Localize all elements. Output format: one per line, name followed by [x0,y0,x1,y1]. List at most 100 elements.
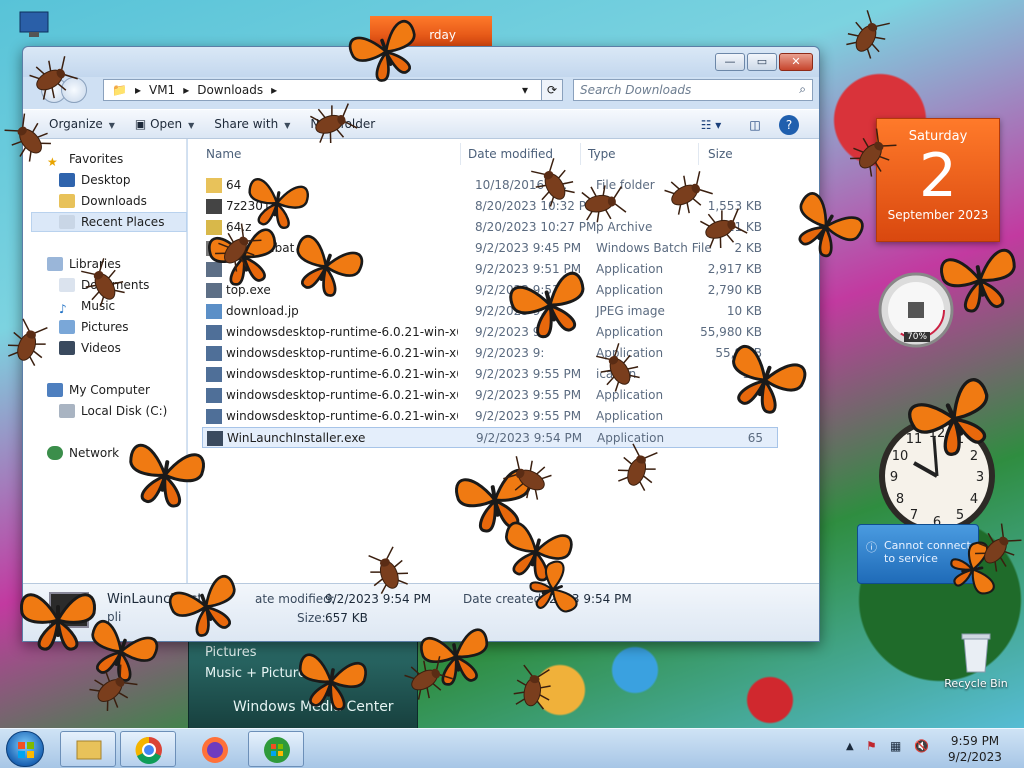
wmc-line2: Music + Pictures [205,666,313,681]
close-button[interactable]: ✕ [779,53,813,71]
computer-desktop-icon[interactable] [14,10,54,43]
weather-gadget[interactable]: ⓘ Cannot connect to service [857,524,979,584]
file-date: 10/18/2016 11: [475,178,568,192]
column-header-name[interactable]: Name [206,147,241,161]
desktop-icon [59,173,75,187]
column-header-date[interactable]: Date modified [468,147,553,161]
wmc-title: Windows Media Center [233,699,394,715]
nav-music[interactable]: ♪ Music [59,296,183,316]
file-date: 9/2/2023 9:53 PM [475,283,582,297]
nav-local-disk-label: Local Disk (C:) [81,404,168,418]
file-thumbnail-icon [49,592,89,628]
start-button[interactable] [6,731,44,767]
file-row[interactable]: windowsdesktop-runtime-6.0.21-win-x64...… [202,322,778,343]
preview-pane-icon[interactable]: ◫ [745,115,765,135]
taskbar-clock[interactable]: 9:59 PM 9/2/2023 [940,733,1010,765]
file-row[interactable]: 9/2/2023 9:51 PM Application 2,917 KB [202,259,778,280]
nav-my-computer[interactable]: My Computer [47,380,183,400]
column-divider[interactable] [580,143,581,165]
file-type-icon [206,262,222,277]
file-row[interactable]: windowsdesktop-runtime-6.0.21-win-x64...… [202,406,778,427]
file-size: 10 KB [726,304,762,318]
open-button[interactable]: ▣ Open ▼ [125,117,204,131]
file-row[interactable]: windowsdesktop-runtime-6.0.21-win-x64...… [202,364,778,385]
taskbar-media-center-button[interactable] [248,731,304,767]
address-bar[interactable]: 📁 ▸ VM1 ▸ Downloads ▸ ▾ [103,79,563,101]
svg-text:4: 4 [970,492,978,507]
svg-text:1: 1 [956,432,964,447]
title-bar[interactable]: — ▭ ✕ [23,47,819,77]
file-row[interactable]: windowsdesktop-runtime-6.0.21-win-x64...… [202,385,778,406]
taskbar-chrome-button[interactable] [120,731,176,767]
nav-downloads[interactable]: Downloads [59,191,183,211]
column-header-size[interactable]: Size [708,147,733,161]
view-options-icon[interactable]: ☷ ▾ [691,115,731,135]
file-row[interactable]: 7z2301- 8/20/2023 10:32 PM 1,553 KB [202,196,778,217]
minimize-button[interactable]: — [715,53,745,71]
organize-button[interactable]: Organize ▼ [23,117,125,131]
forward-button[interactable] [61,77,87,103]
volume-muted-icon[interactable]: 🔇 [914,739,929,753]
search-input[interactable]: Search Downloads ⌕ [573,79,813,101]
chevron-down-icon: ▼ [108,121,115,130]
file-type-icon [206,220,222,235]
new-folder-button[interactable]: New folder [300,117,385,131]
file-name: WinLaunchInstaller.exe [227,431,366,445]
taskbar-explorer-button[interactable] [60,731,116,767]
nav-favorites-label: Favorites [69,152,124,166]
svg-text:5: 5 [956,508,964,523]
taskbar-firefox-button[interactable] [186,731,242,767]
details-size-value: 657 KB [325,611,368,625]
calendar-gadget[interactable]: Saturday 2 September 2023 [876,118,1000,242]
details-created-value: 2023 9:54 PM [549,592,632,606]
file-row[interactable]: windowsdesktop-runtime-6.0.21-win-x64...… [202,343,778,364]
file-name: windowsdesktop-runtime-6.0.21-win-x64... [226,346,458,360]
libraries-icon [47,257,63,271]
nav-favorites[interactable]: ★ Favorites [47,149,183,169]
new-folder-label: New folder [310,117,376,131]
file-date: 9/2/2023 9:45 PM [475,241,582,255]
maximize-button[interactable]: ▭ [747,53,777,71]
file-row[interactable]: ntivirus.bat 9/2/2023 9:45 PM Windows Batc… [202,238,778,259]
file-date: 9/2/2023 9: [475,325,545,339]
command-bar: Organize ▼ ▣ Open ▼ Share with ▼ New folder… [23,109,819,139]
file-type-icon [207,431,223,446]
file-row[interactable]: 64.z 8/20/2023 10:27 PM p Archive 11 KB [202,217,778,238]
column-divider[interactable] [698,143,699,165]
svg-text:2: 2 [970,449,978,464]
column-header-type[interactable]: Type [588,147,616,161]
address-dropdown-icon[interactable]: ▾ [522,80,528,100]
show-hidden-icons-icon[interactable]: ▲ [846,741,854,752]
nav-libraries[interactable]: Libraries [47,254,183,274]
breadcrumb-downloads[interactable]: Downloads [197,80,263,100]
network-tray-icon[interactable]: ▦ [890,739,901,753]
help-icon[interactable]: ? [779,115,799,135]
share-with-button[interactable]: Share with ▼ [204,117,300,131]
nav-local-disk[interactable]: Local Disk (C:) [59,401,183,421]
file-row[interactable]: download.jp 9/2/2023 9:4 JPEG image 10 KB [202,301,778,322]
nav-videos[interactable]: Videos [59,338,183,358]
details-size-label: Size: [297,611,326,625]
file-type: p Archive [596,220,653,234]
file-row[interactable]: 64 10/18/2016 11: File folder [202,175,778,196]
cpu-meter-gadget[interactable]: 70% [876,270,996,350]
nav-documents[interactable]: Documents [59,275,183,295]
file-type-icon [206,199,222,214]
breadcrumb-vm1[interactable]: VM1 [149,80,175,100]
action-center-icon[interactable]: ⚑ [866,739,877,753]
nav-pictures[interactable]: Pictures [59,317,183,337]
clock-gadget[interactable]: 12 1 2 345 678 9 10 11 [876,415,998,537]
file-row[interactable]: top.exe 9/2/2023 9:53 PM Application 2,790 … [202,280,778,301]
column-divider[interactable] [460,143,461,165]
refresh-button[interactable]: ⟳ [541,79,563,101]
explorer-window[interactable]: — ▭ ✕ 📁 ▸ VM1 ▸ Downloads ▸ ▾ ⟳ Search D… [22,46,820,642]
media-center-gadget[interactable]: Pictures Music + Pictures Windows Media … [188,640,418,732]
info-icon: ⓘ [866,541,877,554]
nav-network[interactable]: Network [47,443,183,463]
svg-text:12: 12 [929,426,946,441]
nav-recent-places[interactable]: Recent Places [31,212,187,232]
file-row[interactable]: WinLaunchInstaller.exe 9/2/2023 9:54 PM Ap… [202,427,778,448]
nav-desktop[interactable]: Desktop [59,170,183,190]
recycle-bin-icon[interactable]: Recycle Bin [944,630,1008,690]
calendar-gadget-partial: rday [370,16,492,46]
